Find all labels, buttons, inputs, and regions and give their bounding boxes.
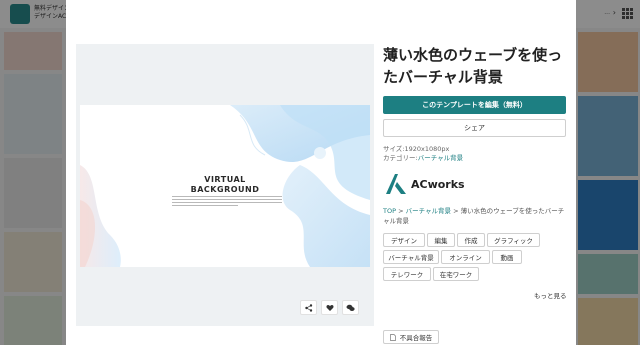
- edit-template-button[interactable]: このテンプレートを編集（無料）: [383, 96, 566, 114]
- share-icon-button[interactable]: [300, 300, 317, 315]
- breadcrumb-separator: >: [451, 207, 461, 215]
- category-label: カテゴリー:: [383, 154, 418, 162]
- comment-icon: [346, 304, 355, 311]
- share-icon: [304, 303, 312, 312]
- tag-virtual-background[interactable]: バーチャル背景: [383, 250, 439, 264]
- acworks-logo[interactable]: [384, 172, 408, 196]
- preview-title-line-1: VIRTUAL: [204, 175, 246, 184]
- breadcrumb-category[interactable]: バーチャル背景: [406, 207, 451, 215]
- tag-edit[interactable]: 編集: [427, 233, 455, 247]
- tag-design[interactable]: デザイン: [383, 233, 425, 247]
- report-button[interactable]: 不具合報告: [383, 330, 439, 344]
- preview-subtext: [172, 196, 282, 210]
- comment-button[interactable]: [342, 300, 359, 315]
- preview-title-line-2: BACKGROUND: [190, 185, 260, 194]
- tag-online[interactable]: オンライン: [441, 250, 490, 264]
- tag-telework[interactable]: テレワーク: [383, 267, 431, 281]
- preview-title: VIRTUAL BACKGROUND: [150, 175, 300, 195]
- share-button[interactable]: シェア: [383, 119, 566, 137]
- heart-icon: [325, 304, 334, 311]
- template-preview-image: VIRTUAL BACKGROUND: [80, 105, 370, 267]
- document-icon: [389, 333, 396, 341]
- more-link[interactable]: もっと見る: [534, 290, 567, 300]
- category-info: カテゴリー:バーチャル背景: [383, 152, 463, 162]
- breadcrumb-top[interactable]: TOP: [383, 207, 396, 215]
- report-label: 不具合報告: [399, 334, 433, 342]
- tag-video[interactable]: 動画: [492, 250, 522, 264]
- breadcrumb-separator: >: [396, 207, 406, 215]
- tag-create[interactable]: 作成: [457, 233, 485, 247]
- breadcrumb: TOP > バーチャル背景 > 薄い水色のウェーブを使ったバーチャル背景: [383, 206, 568, 226]
- tag-work-from-home[interactable]: 在宅ワーク: [433, 267, 479, 281]
- like-button[interactable]: [321, 300, 338, 315]
- close-icon[interactable]: ×: [558, 0, 572, 14]
- category-link[interactable]: バーチャル背景: [418, 154, 463, 162]
- tag-graphic[interactable]: グラフィック: [487, 233, 540, 247]
- template-title: 薄い水色のウェーブを使ったバーチャル背景: [383, 46, 563, 86]
- creator-name[interactable]: ACworks: [411, 178, 465, 191]
